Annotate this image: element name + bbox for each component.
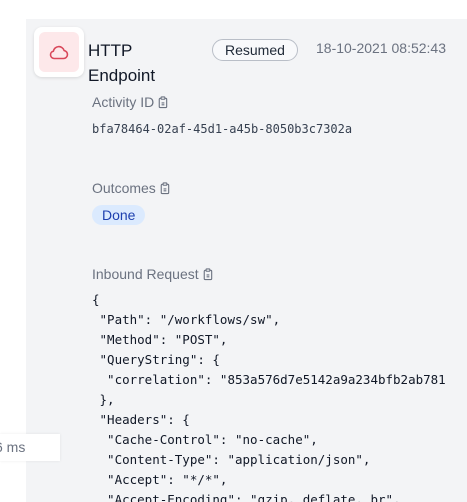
activity-id-label-text: Activity ID [92, 94, 155, 110]
status-badge: Resumed [212, 39, 298, 61]
outcome-badge: Done [92, 205, 146, 225]
duration-text: 6 ms [0, 439, 26, 455]
copy-icon[interactable] [158, 181, 171, 195]
duration-label: 6 ms [0, 434, 60, 461]
activity-id-value: bfa78464-02af-45d1-a45b-8050b3c7302a [92, 122, 353, 136]
inbound-request-json: { "Path": "/workflows/sw", "Method": "PO… [92, 292, 446, 502]
copy-icon[interactable] [201, 267, 214, 281]
activity-icon-box [34, 27, 84, 77]
activity-title: HTTP Endpoint [88, 41, 156, 85]
activity-details-panel: HTTP Endpoint Resumed 18-10-2021 08:52:4… [26, 19, 467, 502]
outcomes-label: Outcomes [92, 178, 171, 198]
inbound-request-label: Inbound Request [92, 264, 214, 284]
outcomes-label-text: Outcomes [92, 180, 156, 196]
activity-timestamp: 18-10-2021 08:52:43 [316, 40, 446, 56]
inbound-request-label-text: Inbound Request [92, 266, 199, 282]
copy-icon[interactable] [156, 95, 169, 109]
activity-id-label: Activity ID [92, 92, 169, 112]
cloud-icon [39, 32, 79, 72]
